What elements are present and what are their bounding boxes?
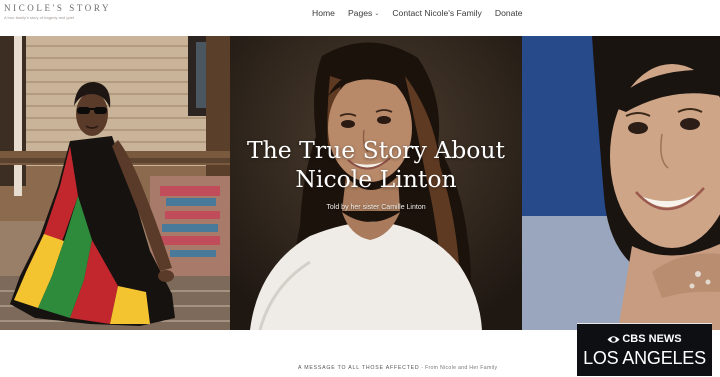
footer-message-heading: A MESSAGE TO ALL THOSE AFFECTED xyxy=(298,365,420,371)
hero-title: The True Story About Nicole Linton xyxy=(230,136,522,194)
cbs-news-watermark: CBS NEWS LOS ANGELES xyxy=(577,323,712,376)
nav-home-label: Home xyxy=(312,8,335,18)
nav-donate[interactable]: Donate xyxy=(495,8,523,18)
hero-title-line-2: Nicole Linton xyxy=(295,165,457,193)
nav-contact[interactable]: Contact Nicole's Family xyxy=(392,8,482,18)
cbs-eye-icon xyxy=(607,335,620,343)
main-nav: Home Pages ⌄ Contact Nicole's Family Don… xyxy=(312,8,523,18)
nav-home[interactable]: Home xyxy=(312,8,335,18)
watermark-station: LOS ANGELES xyxy=(583,348,706,368)
footer-message[interactable]: A MESSAGE TO ALL THOSE AFFECTED - From N… xyxy=(298,365,497,371)
porch-photo-art xyxy=(0,36,230,330)
site-tagline: A true family's story of tragedy and gri… xyxy=(4,15,75,20)
nav-donate-label: Donate xyxy=(494,8,523,18)
site-title[interactable]: NICOLE'S STORY xyxy=(4,3,111,13)
closeup-photo-art xyxy=(522,36,720,330)
nav-pages[interactable]: Pages ⌄ xyxy=(348,8,379,18)
hero-banner: The True Story About Nicole Linton Told … xyxy=(0,36,720,330)
hero-title-line-1: The True Story About xyxy=(246,136,506,164)
site-brand[interactable]: NICOLE'S STORY A true family's story of … xyxy=(4,3,111,20)
footer-message-attribution: - From Nicole and Her Family xyxy=(419,365,498,371)
watermark-network: CBS NEWS xyxy=(622,333,682,345)
hero-photo-closeup xyxy=(522,36,720,330)
hero-photo-porch xyxy=(0,36,230,330)
site-header: NICOLE'S STORY A true family's story of … xyxy=(0,0,720,34)
nav-pages-label: Pages xyxy=(347,8,373,18)
chevron-down-icon: ⌄ xyxy=(374,10,380,17)
watermark-network-line: CBS NEWS xyxy=(577,333,712,345)
nav-contact-label: Contact Nicole's Family xyxy=(392,8,482,18)
hero-heading-block: The True Story About Nicole Linton Told … xyxy=(230,136,522,211)
hero-subtitle: Told by her sister Camille Linton xyxy=(326,204,426,211)
